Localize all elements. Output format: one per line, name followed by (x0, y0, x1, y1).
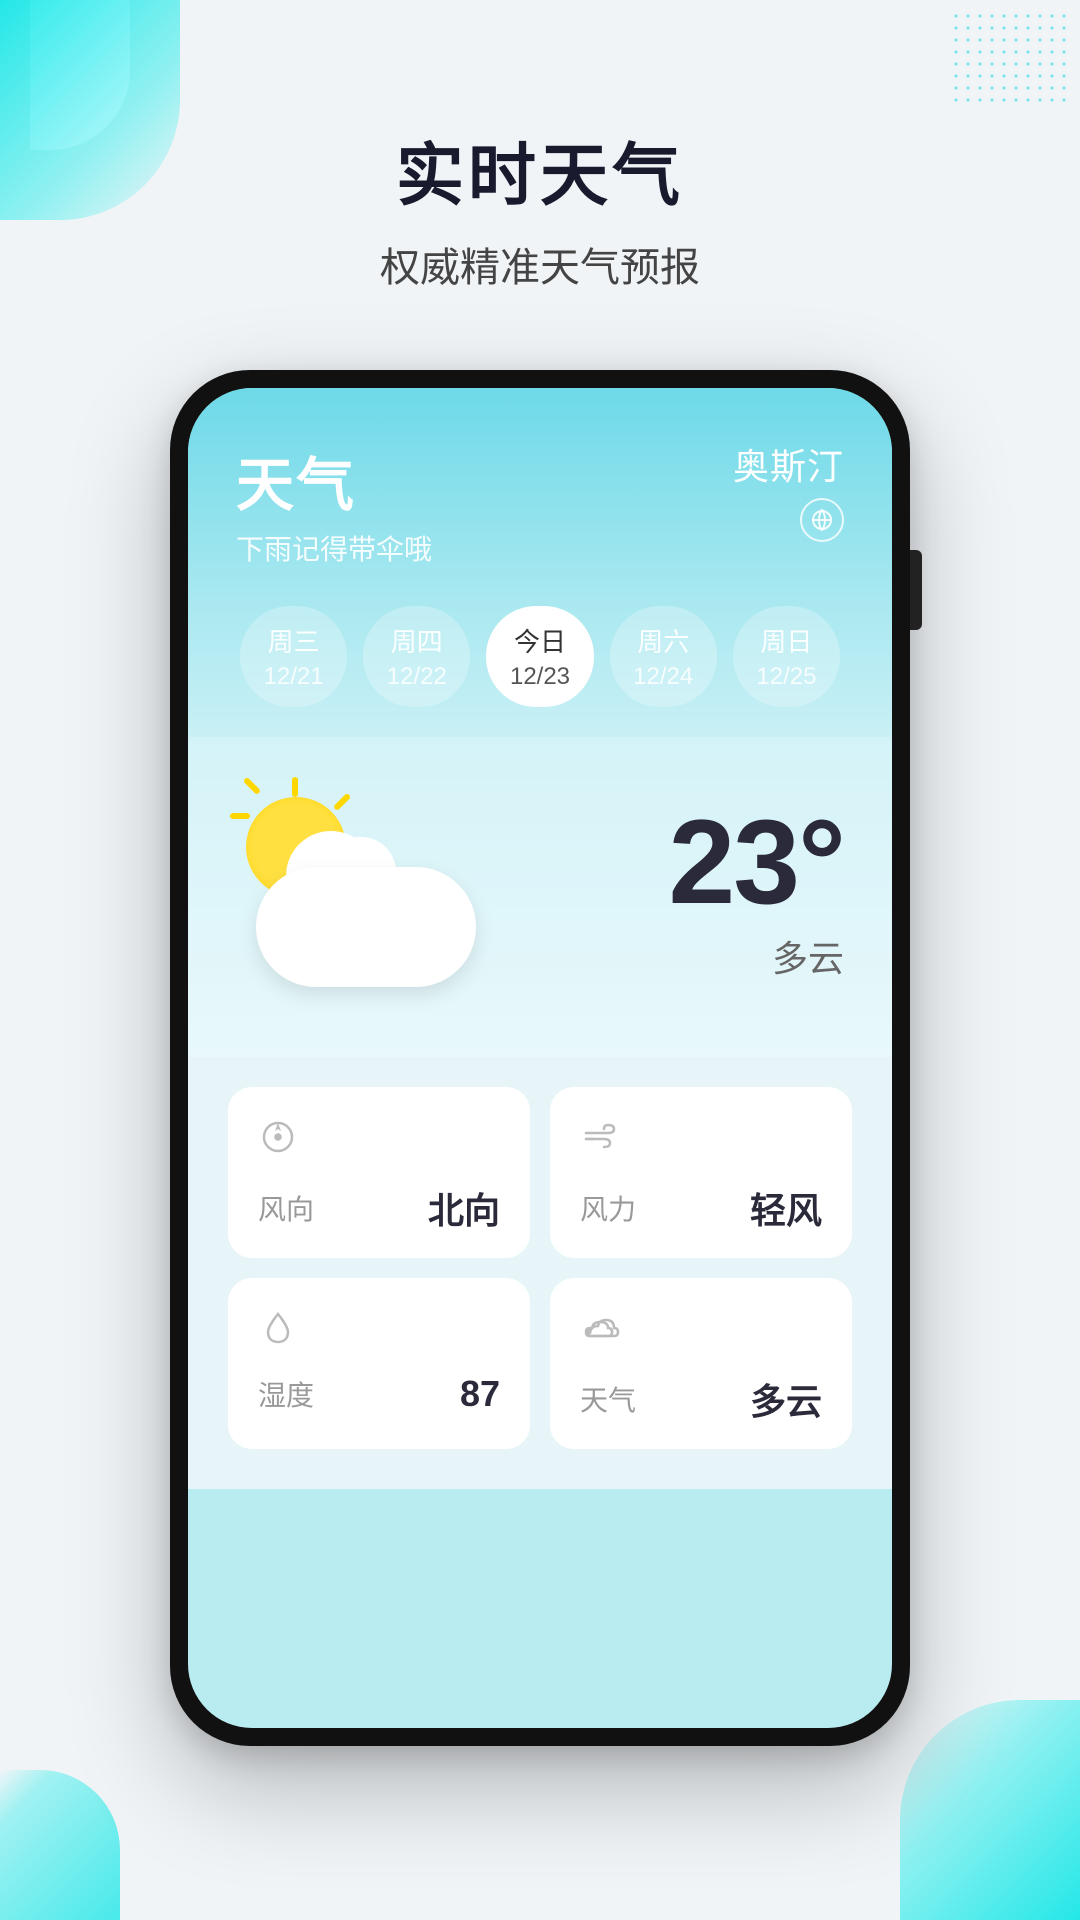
day-item-4[interactable]: 周日 12/25 (733, 606, 840, 707)
sun-ray (243, 777, 261, 795)
day-name: 周日 (741, 622, 832, 659)
day-date: 12/25 (741, 663, 832, 691)
weather-title-block: 天气 下雨记得带伞哦 (236, 438, 432, 568)
phone-frame: 天气 下雨记得带伞哦 奥斯汀 (170, 370, 910, 1746)
weather-main: 23° 多云 (188, 737, 892, 1057)
page-title: 实时天气 (0, 120, 1080, 219)
wind-speed-label: 风力 (580, 1188, 636, 1228)
detail-grid: 风向 北向 (228, 1087, 852, 1449)
weather-icon-area (236, 777, 669, 1007)
phone-screen: 天气 下雨记得带伞哦 奥斯汀 (188, 388, 892, 1728)
sun-ray (333, 793, 351, 811)
day-name: 今日 (494, 622, 585, 659)
day-name: 周三 (248, 622, 339, 659)
corner-decoration-tr-dots (950, 10, 1070, 110)
day-date: 12/24 (618, 663, 709, 691)
day-name: 周四 (371, 622, 462, 659)
day-selector: 周三 12/21 周四 12/22 今日 12/23 周六 12/24 周日 12/25 (236, 606, 844, 707)
weather-app-title: 天气 (236, 438, 432, 522)
detail-row-weather: 天气 多云 (580, 1373, 822, 1425)
weather-icon (580, 1308, 822, 1357)
side-button (910, 550, 922, 630)
weather-temp-area: 23° 多云 (669, 802, 844, 982)
wind-speed-icon (580, 1117, 822, 1166)
day-item-3[interactable]: 周六 12/24 (610, 606, 717, 707)
day-date: 12/22 (371, 663, 462, 691)
weather-label: 天气 (580, 1379, 636, 1419)
wind-dir-value: 北向 (428, 1182, 500, 1234)
cloud-body (256, 867, 476, 987)
page-header: 实时天气 权威精准天气预报 (0, 120, 1080, 293)
weather-header: 天气 下雨记得带伞哦 奥斯汀 (188, 388, 892, 737)
wind-speed-value: 轻风 (750, 1182, 822, 1234)
detail-card-weather: 天气 多云 (550, 1278, 852, 1449)
day-date: 12/23 (494, 663, 585, 691)
weather-tagline: 下雨记得带伞哦 (236, 528, 432, 568)
detail-card-wind-speed: 风力 轻风 (550, 1087, 852, 1258)
detail-row-humidity: 湿度 87 (258, 1373, 500, 1415)
humidity-value: 87 (460, 1373, 500, 1415)
wind-dir-icon (258, 1117, 500, 1166)
corner-decoration-br (900, 1700, 1080, 1920)
sun-ray (230, 813, 250, 819)
weather-description: 多云 (669, 930, 844, 982)
wind-dir-label: 风向 (258, 1188, 314, 1228)
location-block: 奥斯汀 (733, 438, 844, 542)
sun-ray (292, 777, 298, 797)
weather-value: 多云 (750, 1373, 822, 1425)
day-item-1[interactable]: 周四 12/22 (363, 606, 470, 707)
weather-icon-sun-cloud (236, 777, 496, 1007)
temperature-display: 23° (669, 802, 844, 922)
detail-row-wind-dir: 风向 北向 (258, 1182, 500, 1234)
day-name: 周六 (618, 622, 709, 659)
detail-row-wind-speed: 风力 轻风 (580, 1182, 822, 1234)
detail-card-humidity: 湿度 87 (228, 1278, 530, 1449)
humidity-label: 湿度 (258, 1374, 314, 1414)
day-item-2[interactable]: 今日 12/23 (486, 606, 593, 707)
location-icon[interactable] (800, 498, 844, 542)
location-name: 奥斯汀 (733, 438, 844, 490)
phone-mockup: 天气 下雨记得带伞哦 奥斯汀 (170, 370, 910, 1746)
page-subtitle: 权威精准天气预报 (0, 235, 1080, 293)
detail-card-wind-dir: 风向 北向 (228, 1087, 530, 1258)
corner-decoration-bl (0, 1770, 120, 1920)
weather-details: 风向 北向 (188, 1057, 892, 1489)
day-date: 12/21 (248, 663, 339, 691)
day-item-0[interactable]: 周三 12/21 (240, 606, 347, 707)
humidity-icon (258, 1308, 500, 1357)
